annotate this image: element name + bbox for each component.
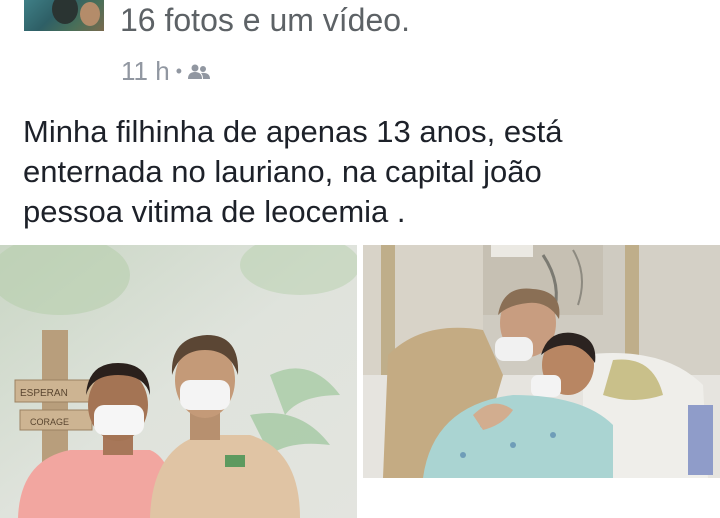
post-message-line: pessoa vitima de leocemia . — [23, 194, 406, 229]
post-timestamp[interactable]: 11 h — [121, 56, 170, 87]
post-message-line: Minha filhinha de apenas 13 anos, está — [23, 114, 563, 149]
post-headline[interactable]: 16 fotos e um vídeo. — [120, 2, 410, 39]
friends-icon[interactable] — [188, 63, 210, 81]
meta-separator: • — [175, 61, 182, 81]
post-message: Minha filhinha de apenas 13 anos, está e… — [23, 112, 703, 232]
post-meta: 11 h • — [121, 56, 210, 87]
sign-text-bottom: CORAGE — [30, 417, 69, 427]
post-message-line: enternada no lauriano, na capital joão — [23, 154, 542, 189]
post-photo-1[interactable]: ESPERAN CORAGE — [0, 245, 357, 518]
profile-avatar[interactable] — [24, 0, 104, 31]
post-photo-2[interactable] — [363, 245, 720, 478]
sign-text-top: ESPERAN — [20, 388, 68, 399]
